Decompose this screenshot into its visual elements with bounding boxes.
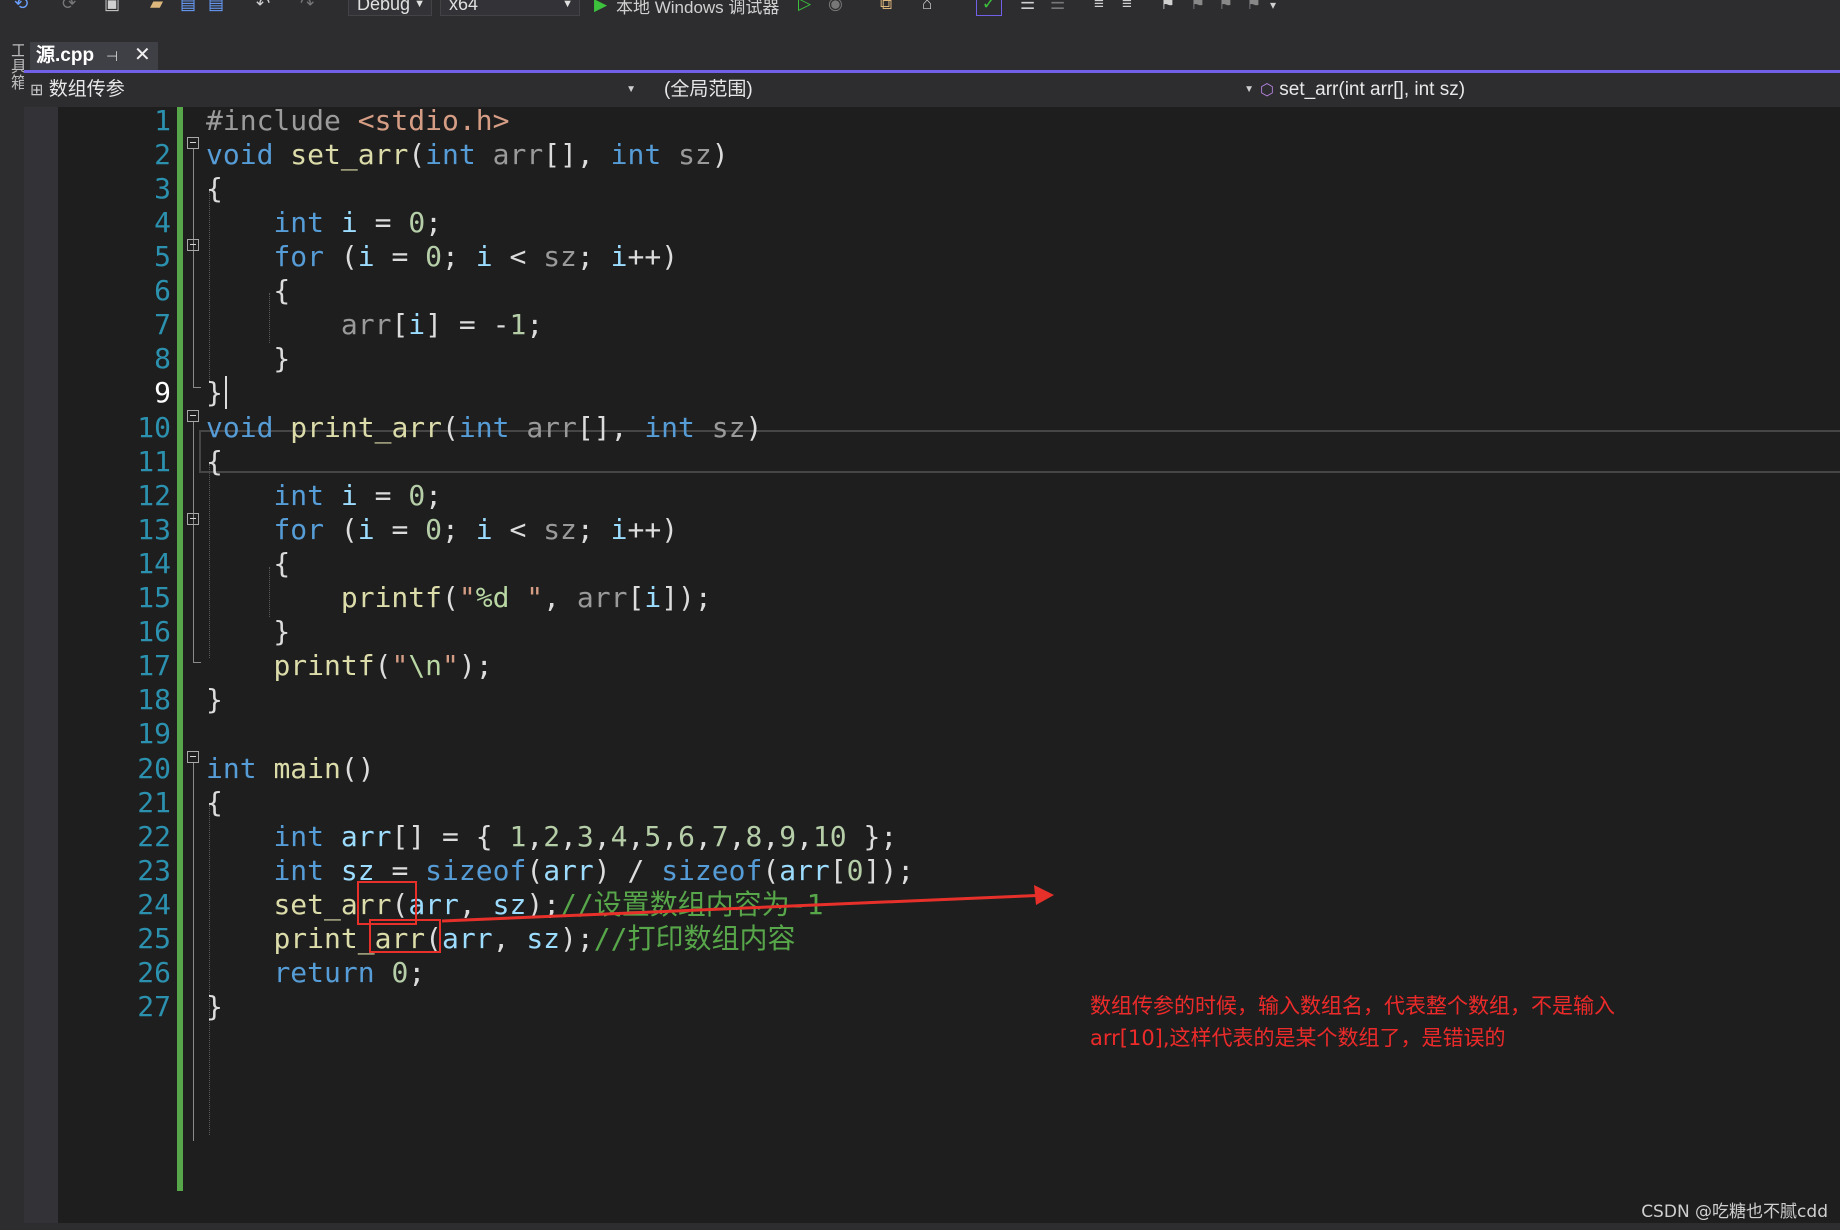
editor-bottom-border [24, 1223, 1840, 1230]
next-bookmark-icon[interactable]: ⚑ [1218, 0, 1233, 14]
chevron-down-icon: ▼ [414, 0, 425, 10]
annotation-arrow-layer [441, 885, 1054, 923]
redo-icon[interactable]: ↷ [300, 0, 314, 14]
annotation-arrow-head [1034, 885, 1054, 905]
configuration-value: Debug [357, 0, 411, 14]
project-name: 数组传参 [48, 79, 125, 100]
save-all-icon[interactable]: ▤ [208, 0, 224, 14]
main-toolbar: ⟲ ⟳ ▣ ▰ ▤ ▤ ↶ ↷ Debug ▼ x64 ▼ ▶ 本地 Windo… [0, 0, 1840, 18]
platform-value: x64 [449, 0, 479, 14]
watermark: CSDN @吃糖也不腻cdd [1641, 1202, 1828, 1222]
forward-icon[interactable]: ⟳ [62, 0, 76, 14]
previous-bookmark-icon[interactable]: ⚑ [1190, 0, 1205, 14]
run-without-debugging-icon[interactable]: ▷ [798, 0, 811, 14]
increase-indent-icon[interactable]: ≡ [1122, 0, 1132, 14]
attach-icon[interactable]: ⧉ [880, 0, 892, 14]
chevron-down-icon: ▼ [1244, 84, 1254, 95]
scope-dropdown[interactable]: (全局范围) ▼ [664, 77, 1254, 103]
clear-bookmarks-icon[interactable]: ⚑ [1246, 0, 1261, 14]
bookmark-icon[interactable]: ⚑ [1160, 0, 1175, 14]
annotation-line-2: arr[10],这样代表的是某个数组了，是错误的 [1090, 1026, 1506, 1050]
undo-icon[interactable]: ↶ [256, 0, 270, 14]
pin-icon[interactable]: ⊣ [106, 42, 118, 70]
start-debugging-button[interactable]: 本地 Windows 调试器 [616, 0, 779, 18]
new-project-icon[interactable]: ▣ [104, 0, 120, 14]
decrease-indent-icon[interactable]: ≡ [1094, 0, 1104, 14]
save-icon[interactable]: ▤ [180, 0, 196, 14]
scope-value: (全局范围) [664, 79, 753, 100]
live-share-icon[interactable]: ⌂ [922, 0, 932, 14]
code-editor[interactable]: 1 2 3 4 5 6 7 8 9 10 11 12 13 14 15 16 17 18 19 20 21 22 23 24 2… [24, 107, 1840, 1230]
toolbar-options-icon[interactable]: ▾ [1270, 0, 1276, 12]
annotation-line-1: 数组传参的时候，输入数组名，代表整个数组，不是输入 [1090, 994, 1615, 1018]
document-tab-well: 源.cpp ⊣ ✕ [24, 18, 1840, 73]
configuration-select[interactable]: Debug ▼ [348, 0, 432, 16]
annotation-note: 数组传参的时候，输入数组名，代表整个数组，不是输入 arr[10],这样代表的是某… [1090, 990, 1730, 1054]
left-tool-strip [0, 18, 24, 1230]
platform-select[interactable]: x64 ▼ [440, 0, 580, 16]
tab-source-cpp[interactable]: 源.cpp ⊣ ✕ [30, 42, 158, 70]
member-value: set_arr(int arr[], int sz) [1279, 79, 1466, 100]
chevron-down-icon: ▼ [562, 0, 573, 10]
chevron-down-icon: ▼ [626, 84, 636, 95]
member-dropdown[interactable]: ⬡ set_arr(int arr[], int sz) [1260, 77, 1830, 103]
annotation-arrow-line [441, 893, 1050, 923]
hot-reload-icon[interactable]: ◉ [828, 0, 843, 14]
close-icon[interactable]: ✕ [134, 41, 151, 69]
back-icon[interactable]: ⟲ [14, 0, 28, 14]
start-debugging-icon[interactable]: ▶ [594, 0, 607, 15]
function-cube-icon: ⬡ [1260, 82, 1274, 99]
project-icon: ⊞ [30, 82, 44, 99]
tab-label: 源.cpp [36, 45, 95, 66]
comment-out-icon[interactable]: ☰ [1020, 0, 1035, 14]
navigation-bar: ⊞ 数组传参 ▼ (全局范围) ▼ ⬡ set_arr(int arr[], i… [24, 73, 1840, 107]
checkmark-icon[interactable]: ✓ [976, 0, 1002, 16]
open-folder-icon[interactable]: ▰ [150, 0, 163, 14]
uncomment-icon[interactable]: ☰ [1050, 0, 1065, 14]
project-dropdown[interactable]: ⊞ 数组传参 ▼ [30, 77, 640, 103]
